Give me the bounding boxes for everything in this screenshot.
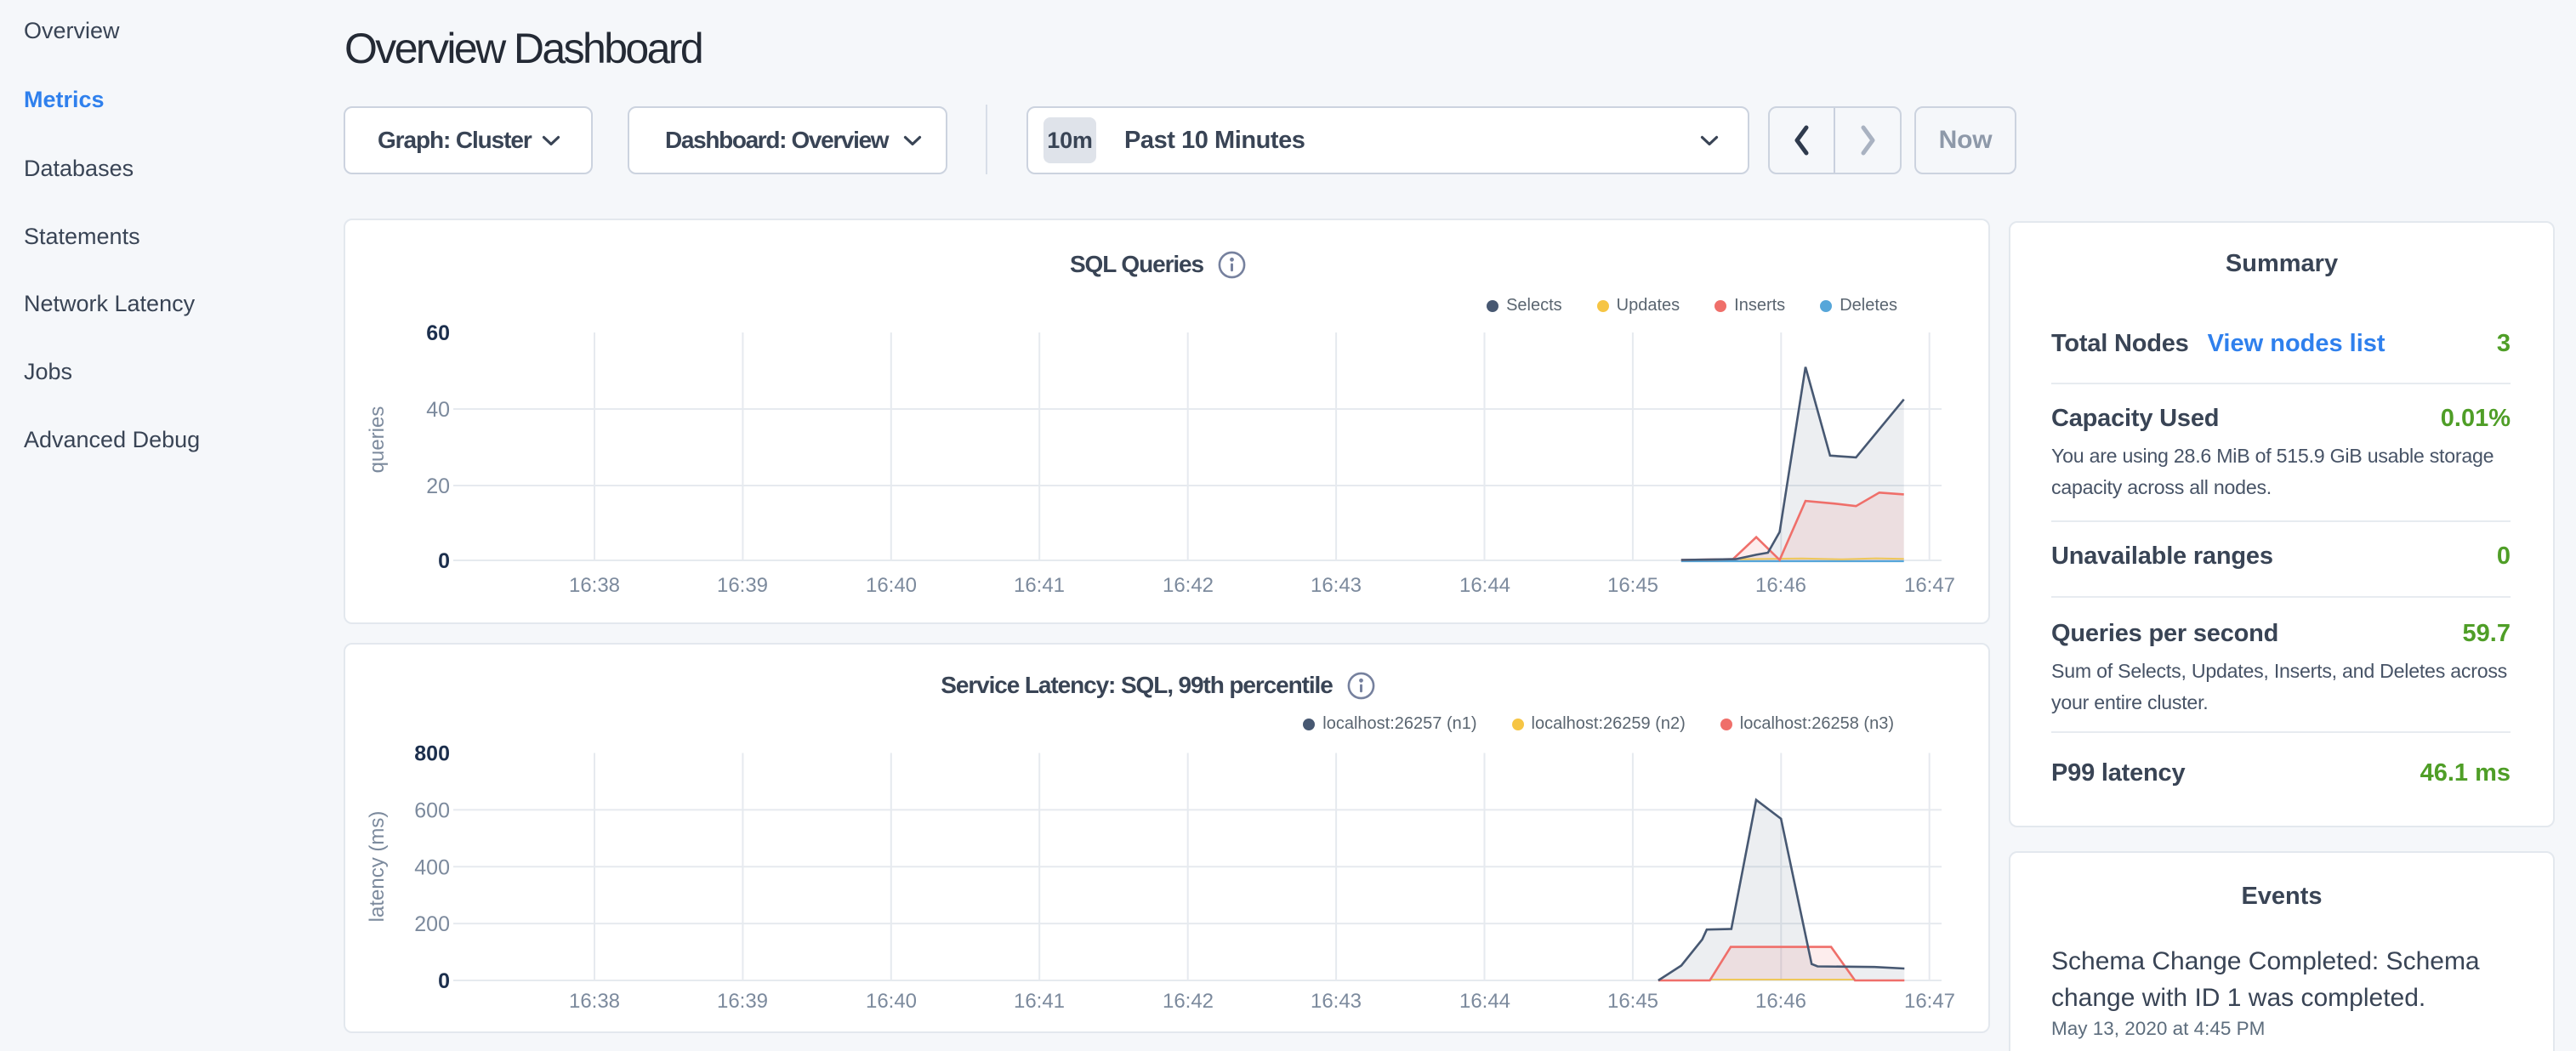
- svg-text:40: 40: [426, 398, 450, 422]
- svg-text:16:39: 16:39: [717, 990, 768, 1013]
- svg-text:16:40: 16:40: [866, 574, 917, 597]
- svg-text:queries: queries: [366, 406, 389, 474]
- svg-text:16:42: 16:42: [1163, 574, 1214, 597]
- svg-text:16:47: 16:47: [1904, 990, 1955, 1013]
- svg-text:16:45: 16:45: [1607, 990, 1658, 1013]
- svg-text:16:47: 16:47: [1904, 574, 1955, 597]
- svg-text:200: 200: [414, 912, 450, 936]
- svg-text:16:38: 16:38: [569, 574, 620, 597]
- svg-text:16:45: 16:45: [1607, 574, 1658, 597]
- svg-text:16:39: 16:39: [717, 574, 768, 597]
- svg-text:16:41: 16:41: [1014, 990, 1065, 1013]
- svg-text:600: 600: [414, 798, 450, 822]
- svg-text:16:42: 16:42: [1163, 990, 1214, 1013]
- svg-text:16:46: 16:46: [1755, 574, 1806, 597]
- svg-text:0: 0: [438, 969, 450, 993]
- svg-text:16:38: 16:38: [569, 990, 620, 1013]
- svg-text:16:40: 16:40: [866, 990, 917, 1013]
- svg-text:0: 0: [438, 549, 450, 573]
- svg-text:16:44: 16:44: [1459, 574, 1510, 597]
- svg-text:20: 20: [426, 474, 450, 498]
- svg-text:60: 60: [426, 321, 450, 345]
- svg-text:16:41: 16:41: [1014, 574, 1065, 597]
- svg-text:800: 800: [414, 742, 450, 766]
- svg-text:latency (ms): latency (ms): [366, 811, 389, 923]
- svg-text:16:46: 16:46: [1755, 990, 1806, 1013]
- svg-text:400: 400: [414, 855, 450, 879]
- svg-text:16:43: 16:43: [1311, 574, 1362, 597]
- svg-text:16:43: 16:43: [1311, 990, 1362, 1013]
- svg-text:16:44: 16:44: [1459, 990, 1510, 1013]
